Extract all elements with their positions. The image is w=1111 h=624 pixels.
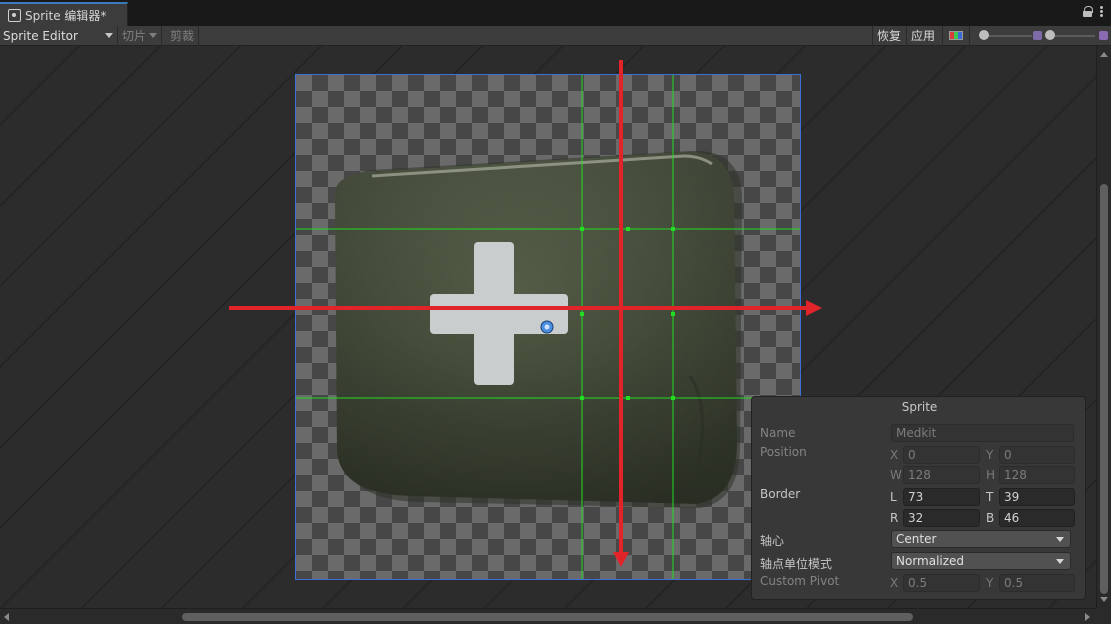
more-options-icon[interactable] <box>1100 6 1103 17</box>
chevron-down-icon <box>105 33 113 38</box>
border-handle <box>580 227 584 231</box>
chevron-down-icon <box>1056 537 1064 542</box>
chevron-down-icon <box>1056 559 1064 564</box>
pivot-handle[interactable] <box>540 320 554 334</box>
sprite-inspector-panel: Sprite Name Medkit Position X 0 Y 0 W 12… <box>751 396 1086 600</box>
sprite-editor-icon <box>8 8 21 22</box>
mip-slider-handle[interactable] <box>1045 30 1055 40</box>
border-r-label: R <box>890 511 899 525</box>
slice-label: 切片 <box>122 29 147 43</box>
border-handle <box>626 227 630 231</box>
position-y-field[interactable]: 0 <box>999 446 1075 464</box>
border-handle <box>671 227 675 231</box>
sprite-editor-tab[interactable]: Sprite 编辑器* <box>0 2 128 26</box>
apply-button[interactable]: 应用 <box>906 26 939 45</box>
position-y-label: Y <box>986 448 994 462</box>
size-w-field[interactable]: 128 <box>903 466 980 484</box>
scroll-right-icon[interactable] <box>1085 613 1090 621</box>
vertical-scrollbar[interactable] <box>1096 46 1111 608</box>
size-h-field[interactable]: 128 <box>999 466 1075 484</box>
revert-button[interactable]: 恢复 <box>872 26 905 45</box>
pivot-value: Center <box>896 532 937 546</box>
pivot-dropdown[interactable]: Center <box>891 530 1071 548</box>
editor-mode-dropdown[interactable]: Sprite Editor <box>0 26 118 45</box>
border-handle <box>580 396 584 400</box>
arrow-head-down <box>613 552 629 567</box>
arrow-head-right <box>806 300 822 316</box>
tab-title: Sprite 编辑器* <box>25 8 107 23</box>
position-x-label: X <box>890 448 899 462</box>
mip-max-icon <box>1099 31 1108 40</box>
border-r-field[interactable]: 32 <box>903 509 980 527</box>
border-handle <box>626 396 630 400</box>
border-handle <box>671 396 675 400</box>
pivot-label: 轴心 <box>760 534 785 548</box>
name-label: Name <box>760 426 796 440</box>
custom-pivot-y-label: Y <box>986 576 994 590</box>
apply-label: 应用 <box>911 29 936 43</box>
tab-actions <box>1083 6 1103 17</box>
trim-label: 剪裁 <box>170 29 195 43</box>
window-tab-bar: Sprite 编辑器* <box>0 0 1111 26</box>
size-h-label: H <box>986 468 996 482</box>
zoom-slider-handle[interactable] <box>979 30 989 40</box>
name-field[interactable]: Medkit <box>891 424 1074 442</box>
scrollbar-corner <box>1096 608 1111 624</box>
horizontal-scrollbar[interactable] <box>0 608 1096 624</box>
lock-icon[interactable] <box>1083 6 1093 17</box>
border-t-label: T <box>986 490 994 504</box>
custom-pivot-x-field[interactable]: 0.5 <box>903 574 980 592</box>
border-handle <box>671 312 675 316</box>
mip-slider-track[interactable] <box>1049 35 1095 37</box>
color-channel-toggle[interactable] <box>942 26 970 45</box>
pivot-unit-label: 轴点单位模式 <box>760 557 833 571</box>
mip-level-icon <box>1033 31 1042 40</box>
horizontal-scroll-thumb[interactable] <box>182 613 913 621</box>
pivot-unit-value: Normalized <box>896 554 965 568</box>
vertical-scroll-thumb[interactable] <box>1100 184 1108 594</box>
position-x-field[interactable]: 0 <box>903 446 980 464</box>
scroll-left-icon[interactable] <box>4 613 9 621</box>
scroll-up-icon[interactable] <box>1100 52 1108 57</box>
custom-pivot-x-label: X <box>890 576 899 590</box>
pivot-unit-dropdown[interactable]: Normalized <box>891 552 1071 570</box>
revert-label: 恢复 <box>877 29 902 43</box>
zoom-slider-track[interactable] <box>984 35 1032 37</box>
scroll-down-icon[interactable] <box>1100 597 1108 602</box>
editor-toolbar: Sprite Editor 切片 剪裁 恢复 应用 <box>0 26 1111 46</box>
custom-pivot-y-field[interactable]: 0.5 <box>999 574 1075 592</box>
custom-pivot-label: Custom Pivot <box>760 574 840 588</box>
panel-title: Sprite <box>901 400 938 414</box>
position-label: Position <box>760 445 807 459</box>
border-b-field[interactable]: 46 <box>999 509 1075 527</box>
border-label: Border <box>760 487 801 501</box>
chevron-down-icon <box>149 33 158 38</box>
border-t-field[interactable]: 39 <box>999 488 1075 506</box>
border-b-label: B <box>986 511 995 525</box>
rgb-channels-icon <box>949 31 963 40</box>
border-handle <box>580 312 584 316</box>
trim-button[interactable]: 剪裁 <box>166 26 200 45</box>
size-w-label: W <box>890 468 902 482</box>
editor-mode-label: Sprite Editor <box>3 28 78 43</box>
medkit-sprite <box>334 150 742 508</box>
border-l-label: L <box>890 490 897 504</box>
border-l-field[interactable]: 73 <box>903 488 980 506</box>
slice-button[interactable]: 切片 <box>118 26 163 45</box>
